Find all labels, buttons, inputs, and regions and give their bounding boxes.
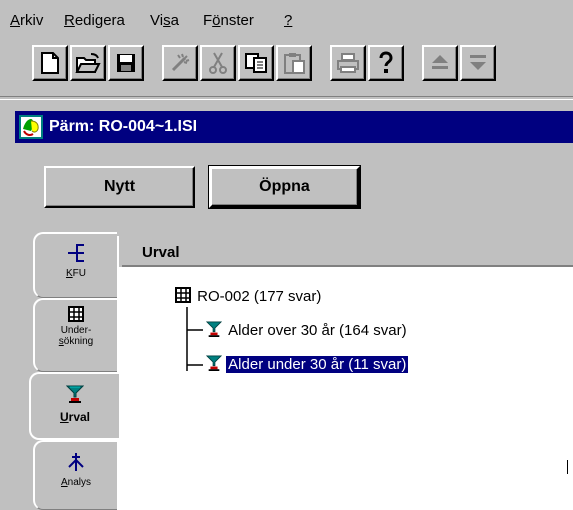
- filter-icon: [66, 385, 84, 403]
- menu-fonster-accel: ö: [212, 12, 221, 29]
- arrow-down-icon: [470, 55, 486, 70]
- open-button[interactable]: Öppna: [208, 165, 361, 209]
- menu-bar: Arkiv Redigera Visa Fönster ?: [0, 0, 573, 36]
- tab-kfu-label-accel: K: [65, 268, 73, 279]
- open-folder-icon: [75, 53, 101, 73]
- menu-visa-post: a: [170, 12, 179, 29]
- tab-undersokning[interactable]: Under- sökning: [33, 298, 117, 372]
- arrow-up-icon: [432, 55, 448, 69]
- panel-title: Urval: [142, 244, 180, 261]
- filter-icon: [205, 355, 223, 371]
- move-down-button[interactable]: [460, 45, 496, 81]
- print-button[interactable]: [330, 45, 366, 81]
- tab-kfu-label: KFU: [35, 268, 117, 279]
- analysis-icon: [68, 453, 84, 471]
- menu-fonster-pre: F: [203, 12, 213, 29]
- new-document-icon: [41, 52, 59, 74]
- tree-item[interactable]: Alder over 30 år (164 svar): [205, 320, 409, 341]
- menu-arkiv-post: rkiv: [20, 12, 44, 29]
- copy-icon: [245, 53, 267, 73]
- new-button[interactable]: Nytt: [44, 166, 195, 208]
- menu-redigera-post: edigera: [74, 12, 125, 29]
- window-title: Pärm: RO-004~1.ISI: [49, 118, 198, 135]
- tab-undersokning-label-line1: Under-: [60, 325, 92, 336]
- menu-help[interactable]: ?: [284, 12, 292, 30]
- tab-urval[interactable]: Urval: [29, 372, 119, 440]
- binder-app-icon: [19, 115, 43, 139]
- text-cursor: [567, 460, 568, 474]
- menu-fonster[interactable]: Fönster: [203, 12, 254, 30]
- menu-redigera-accel: R: [64, 12, 75, 29]
- cut-button[interactable]: [200, 45, 236, 81]
- tree-item-label: Alder under 30 år (11 svar): [225, 355, 410, 374]
- open-folder-button[interactable]: [70, 45, 106, 81]
- tab-undersokning-label-line2: sökning: [35, 336, 117, 347]
- save-disk-icon: [117, 54, 135, 72]
- panel-header: Urval: [122, 236, 573, 267]
- menu-visa[interactable]: Visa: [150, 12, 179, 30]
- grid-icon: [68, 306, 84, 322]
- tab-urval-label: Urval: [31, 410, 119, 424]
- tab-urval-label-accel: U: [59, 410, 69, 424]
- window-title-bar[interactable]: Pärm: RO-004~1.ISI: [15, 111, 573, 143]
- print-icon: [337, 53, 359, 73]
- tab-analys-label: Analys: [35, 477, 117, 488]
- copy-button[interactable]: [238, 45, 274, 81]
- tree-root-label: RO-002 (177 svar): [197, 288, 322, 305]
- grid-icon: [175, 287, 191, 303]
- tab-undersokning-label-post: ökning: [63, 336, 94, 347]
- tree-item-selected[interactable]: Alder under 30 år (11 svar): [205, 354, 410, 375]
- save-button[interactable]: [108, 45, 144, 81]
- help-button[interactable]: [368, 45, 404, 81]
- tab-kfu-label-post: FU: [72, 268, 86, 279]
- move-up-button[interactable]: [422, 45, 458, 81]
- menu-arkiv-accel: A: [10, 12, 21, 29]
- menu-visa-pre: Vi: [150, 12, 164, 29]
- menu-fonster-post: nster: [220, 12, 254, 29]
- tab-analys-label-accel: A: [60, 477, 68, 488]
- new-document-button[interactable]: [32, 45, 68, 81]
- filter-icon: [205, 321, 223, 337]
- cut-scissors-icon: [209, 52, 227, 74]
- tab-analys-label-post: nalys: [67, 477, 92, 488]
- toolbar-separator: [0, 96, 573, 100]
- tree-root-item[interactable]: RO-002 (177 svar): [175, 287, 323, 307]
- menu-redigera[interactable]: Redigera: [64, 12, 125, 30]
- tree-item-label: Alder over 30 år (164 svar): [228, 322, 407, 339]
- paste-icon: [284, 53, 305, 74]
- tree-connector: [186, 307, 203, 371]
- menu-visa-accel: s: [163, 12, 171, 29]
- tab-kfu[interactable]: KFU: [33, 232, 117, 298]
- tab-urval-label-post: rval: [68, 410, 91, 424]
- tab-analys[interactable]: Analys: [33, 440, 117, 510]
- kfu-icon: [68, 244, 84, 262]
- help-question-icon: [379, 51, 393, 73]
- menu-help-accel: ?: [284, 12, 293, 29]
- menu-arkiv[interactable]: Arkiv: [10, 12, 43, 30]
- selection-tree: RO-002 (177 svar) Alder over 30 år (164 …: [119, 267, 573, 510]
- tab-strip: KFU Under- sökning Urval Analys: [29, 232, 119, 510]
- magic-wand-icon: [171, 53, 190, 72]
- magic-wand-button[interactable]: [162, 45, 198, 81]
- paste-button[interactable]: [276, 45, 312, 81]
